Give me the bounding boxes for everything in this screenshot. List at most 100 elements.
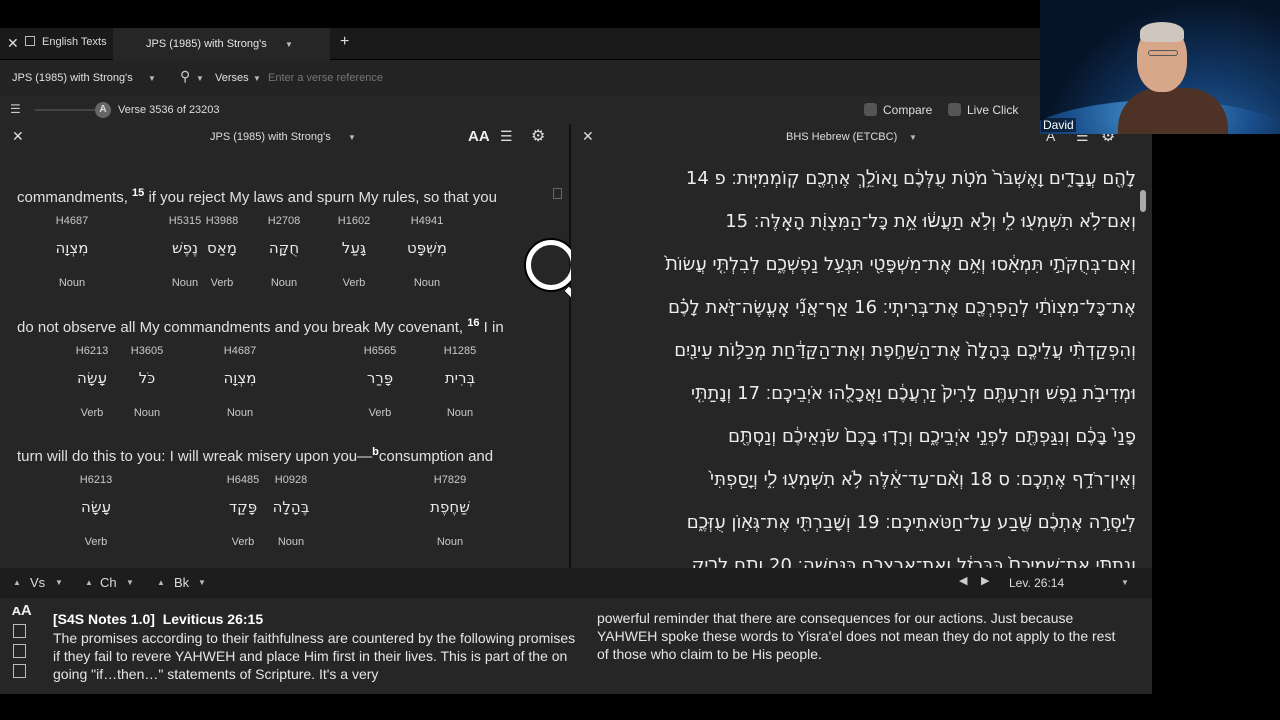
- pane-title[interactable]: JPS (1985) with Strong's: [210, 131, 331, 143]
- strongs-number[interactable]: H1285: [430, 345, 490, 357]
- tab-active-label: JPS (1985) with Strong's: [146, 38, 267, 50]
- strongs-number[interactable]: H1602: [324, 215, 384, 227]
- up-arrow-icon[interactable]: ▲: [13, 578, 21, 587]
- part-of-speech: Noun: [226, 407, 254, 419]
- hebrew-word[interactable]: בְּרִית: [425, 369, 495, 387]
- paragraph-icon[interactable]: ☰: [500, 128, 513, 145]
- hebrew-word[interactable]: בֶּהָלָה: [256, 498, 326, 516]
- notes-source: [S4S Notes 1.0]: [53, 611, 155, 627]
- strongs-number[interactable]: H2708: [254, 215, 314, 227]
- chevron-down-icon[interactable]: ▼: [196, 74, 204, 83]
- hebrew-line[interactable]: וְנָתַתִּ֤י אֶת־שְׁמֵיכֶם֙ כַּבַּרְזֶ֔ל …: [692, 555, 1136, 568]
- tab-active[interactable]: JPS (1985) with Strong's ▼: [113, 28, 330, 60]
- hebrew-line[interactable]: לְיַסְּרָ֣ה אֶתְכֶ֔ם שֶׁ֖בַע עַל־חַטֹּאת…: [687, 512, 1136, 533]
- reference-selector[interactable]: Lev. 26:14: [1009, 576, 1064, 590]
- verse-position-label: Verse 3536 of 23203: [118, 104, 220, 116]
- hebrew-word[interactable]: עָשָׂה: [61, 498, 131, 516]
- up-arrow-icon[interactable]: ▲: [157, 578, 165, 587]
- live-click-checkbox[interactable]: [948, 103, 961, 116]
- chevron-down-icon[interactable]: ▼: [285, 40, 293, 49]
- part-of-speech: Verb: [210, 277, 234, 289]
- part-of-speech: Noun: [270, 277, 298, 289]
- chevron-down-icon[interactable]: ▼: [148, 74, 156, 83]
- hebrew-word[interactable]: מִשְׁפָּט: [392, 239, 462, 257]
- live-click-label[interactable]: Live Click: [967, 103, 1018, 117]
- bookmark-icon[interactable]: [553, 188, 562, 199]
- list-icon[interactable]: ☰: [10, 102, 21, 116]
- left-pane: ✕ JPS (1985) with Strong's ▼ AA ☰ ⚙ comm…: [0, 124, 569, 568]
- hebrew-word[interactable]: מָאַס: [187, 239, 257, 257]
- document-icon[interactable]: [13, 644, 26, 658]
- chevron-down-icon[interactable]: ▼: [909, 133, 917, 142]
- english-line: turn will do this to you: I will wreak m…: [17, 446, 494, 465]
- close-tab-icon[interactable]: ✕: [7, 35, 19, 52]
- verse-nav-label[interactable]: Vs: [30, 575, 45, 590]
- hebrew-word[interactable]: שַׁחֶפֶת: [415, 498, 485, 516]
- tab-bar: ✕ English Texts JPS (1985) with Strong's…: [0, 28, 1152, 60]
- gear-icon[interactable]: ⚙: [531, 126, 545, 146]
- verse-reference-input[interactable]: [268, 69, 528, 87]
- hebrew-word[interactable]: מִצְוָה: [37, 239, 107, 257]
- strongs-number[interactable]: H4941: [397, 215, 457, 227]
- chevron-down-icon[interactable]: ▼: [348, 133, 356, 142]
- book-nav-label[interactable]: Bk: [174, 575, 189, 590]
- export-icon[interactable]: [13, 664, 26, 678]
- hebrew-word[interactable]: כֹּל: [112, 369, 182, 387]
- strongs-number[interactable]: H6213: [66, 474, 126, 486]
- verse-position-bar: ☰ A Verse 3536 of 23203 Compare Live Cli…: [0, 96, 1152, 124]
- strongs-number[interactable]: H4687: [42, 215, 102, 227]
- up-arrow-icon[interactable]: ▲: [85, 578, 93, 587]
- hebrew-line[interactable]: וְאִם־לֹ֥א תִשְׁמְע֖וּ לִ֑י וְלֹ֣א תַעֲש…: [725, 211, 1136, 232]
- hebrew-line[interactable]: וְאֵין־רֹדֵ֥ף אֶתְכֶֽם׃ ס 18 וְאִ֨ם־עַד־…: [710, 469, 1136, 490]
- part-of-speech: Verb: [342, 277, 366, 289]
- close-pane-icon[interactable]: ✕: [12, 128, 24, 145]
- part-of-speech: Verb: [80, 407, 104, 419]
- search-mode-select[interactable]: Verses: [215, 72, 249, 84]
- strongs-number[interactable]: H6213: [62, 345, 122, 357]
- hebrew-line[interactable]: וְאִם־בְּחֻקֹּתַ֣י תִּמְאָ֔סוּ וְאִ֥ם אֶ…: [665, 254, 1136, 275]
- font-size-icon[interactable]: ᴀA: [12, 602, 32, 619]
- slider-handle[interactable]: A: [95, 102, 111, 118]
- copy-icon[interactable]: [13, 624, 26, 638]
- scrollbar-thumb[interactable]: [1140, 190, 1146, 212]
- new-tab-button[interactable]: +: [340, 33, 349, 51]
- chevron-down-icon[interactable]: ▼: [126, 578, 134, 587]
- hebrew-word[interactable]: מִצְוָה: [205, 369, 275, 387]
- hebrew-word[interactable]: פָּרַר: [345, 369, 415, 387]
- resource-selector[interactable]: JPS (1985) with Strong's: [12, 72, 133, 84]
- strongs-number[interactable]: H6565: [350, 345, 410, 357]
- chevron-down-icon[interactable]: ▼: [198, 578, 206, 587]
- chevron-down-icon[interactable]: ▼: [55, 578, 63, 587]
- strongs-number[interactable]: H7829: [420, 474, 480, 486]
- hebrew-word[interactable]: גָּעַל: [319, 239, 389, 257]
- compare-checkbox[interactable]: [864, 103, 877, 116]
- strongs-number[interactable]: H0928: [261, 474, 321, 486]
- strongs-number[interactable]: H3605: [117, 345, 177, 357]
- chevron-down-icon[interactable]: ▼: [253, 74, 261, 83]
- strongs-number[interactable]: H3988: [192, 215, 252, 227]
- part-of-speech: Noun: [436, 536, 464, 548]
- hebrew-line[interactable]: לָהֶ֖ם עֲבָדִ֑ים וָאֶשְׁבֹּר֙ מֹטֹ֣ת עֻל…: [686, 168, 1136, 189]
- prev-icon[interactable]: ◀: [959, 574, 967, 587]
- expand-icon[interactable]: [25, 36, 35, 46]
- verse-slider-track[interactable]: [35, 109, 95, 111]
- hebrew-line[interactable]: וּמְדִיבֹ֣ת נָ֑פֶשׁ וּזְרַעְתֶּ֤ם לָרִיק…: [691, 383, 1136, 404]
- hebrew-line[interactable]: וְהִפְקַדְתִּ֨י עֲלֵיכֶ֤ם בֶּהָלָה֙ אֶת־…: [674, 340, 1136, 361]
- font-size-icon[interactable]: AA: [468, 128, 490, 145]
- pane-title[interactable]: BHS Hebrew (ETCBC): [786, 131, 897, 143]
- hebrew-word[interactable]: חֻקָּה: [249, 239, 319, 257]
- chevron-down-icon[interactable]: ▼: [1121, 578, 1129, 587]
- close-pane-icon[interactable]: ✕: [582, 128, 594, 145]
- hebrew-line[interactable]: אֶת־כָּל־מִצְוֹתַ֔י לְהַפְרְכֶ֖ם אֶת־בְּ…: [668, 297, 1136, 318]
- compare-label[interactable]: Compare: [883, 103, 932, 117]
- notes-reference: Leviticus 26:15: [162, 611, 264, 627]
- hebrew-line[interactable]: פָנַי֙ בָּכֶ֔ם וְנִגַּפְתֶּ֖ם לִפְנֵ֣י א…: [728, 426, 1136, 447]
- right-pane: ✕ BHS Hebrew (ETCBC) ▼ A ☰ ⚙ לָהֶ֖ם עֲבָ…: [571, 124, 1152, 568]
- notes-panel: ᴀA [S4S Notes 1.0] Leviticus 26:15 The p…: [0, 598, 1152, 694]
- search-icon[interactable]: ⚲: [180, 68, 190, 85]
- strongs-number[interactable]: H4687: [210, 345, 270, 357]
- chapter-nav-label[interactable]: Ch: [100, 575, 117, 590]
- tab-english-texts[interactable]: English Texts: [42, 36, 107, 48]
- english-line: do not observe all My commandments and y…: [17, 317, 504, 336]
- next-icon[interactable]: ▶: [981, 574, 989, 587]
